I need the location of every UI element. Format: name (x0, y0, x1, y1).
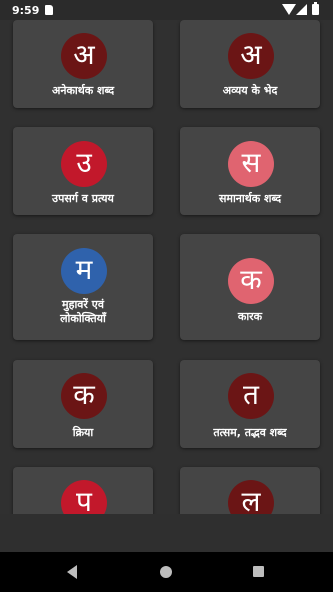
card-letter-circle: क (228, 258, 274, 304)
wifi-icon (282, 4, 296, 15)
card-anekarthak-shabd[interactable]: अ अनेकार्थक शब्द (13, 20, 153, 108)
card-letter-circle: ल (228, 480, 274, 514)
card-upsarg-pratyay[interactable]: उ उपसर्ग व प्रत्यय (13, 127, 153, 215)
card-label: अनेकार्थक शब्द (51, 84, 115, 97)
status-time: 9:59 (12, 4, 40, 17)
back-icon[interactable] (67, 565, 77, 579)
card-karak[interactable]: क कारक (180, 234, 320, 340)
signal-icon (296, 4, 307, 15)
card-tatsam-tadbhav-shabd[interactable]: त तत्सम, तद्भव शब्द (180, 360, 320, 448)
card-label: समानार्थक शब्द (218, 192, 282, 205)
home-icon[interactable] (160, 566, 172, 578)
recents-icon[interactable] (253, 566, 264, 577)
card-samanarthak-shabd[interactable]: स समानार्थक शब्द (180, 127, 320, 215)
sd-card-icon (45, 5, 53, 15)
card-letter-circle: स (228, 141, 274, 187)
card-label: कारक (237, 310, 263, 323)
app-screen: 9:59 अ अनेकार्थक शब्द अ अव्यय के भेद उ उ… (0, 0, 333, 592)
card-letter-circle: म (61, 248, 107, 294)
category-grid[interactable]: अ अनेकार्थक शब्द अ अव्यय के भेद उ उपसर्ग… (0, 20, 333, 514)
card-label: अव्यय के भेद (222, 84, 278, 97)
card-label: मुहावरें एवं लोकोक्तियाँ (60, 298, 106, 325)
card-letter-circle: त (228, 373, 274, 419)
card-label: उपसर्ग व प्रत्यय (52, 192, 114, 205)
card-letter-circle: उ (61, 141, 107, 187)
card-avyay-ke-bhed[interactable]: अ अव्यय के भेद (180, 20, 320, 108)
status-bar: 9:59 (0, 0, 333, 20)
card-letter-circle: प (61, 480, 107, 514)
card-pa[interactable]: प (13, 467, 153, 514)
card-muhavare-lokoktiyan[interactable]: म मुहावरें एवं लोकोक्तियाँ (13, 234, 153, 340)
card-label: तत्सम, तद्भव शब्द (213, 426, 287, 439)
card-kriya[interactable]: क क्रिया (13, 360, 153, 448)
card-letter-circle: अ (61, 33, 107, 79)
battery-icon (312, 2, 319, 15)
card-letter-circle: क (61, 373, 107, 419)
card-la[interactable]: ल (180, 467, 320, 514)
navigation-bar (0, 552, 333, 592)
card-letter-circle: अ (228, 33, 274, 79)
card-label: क्रिया (72, 426, 94, 439)
